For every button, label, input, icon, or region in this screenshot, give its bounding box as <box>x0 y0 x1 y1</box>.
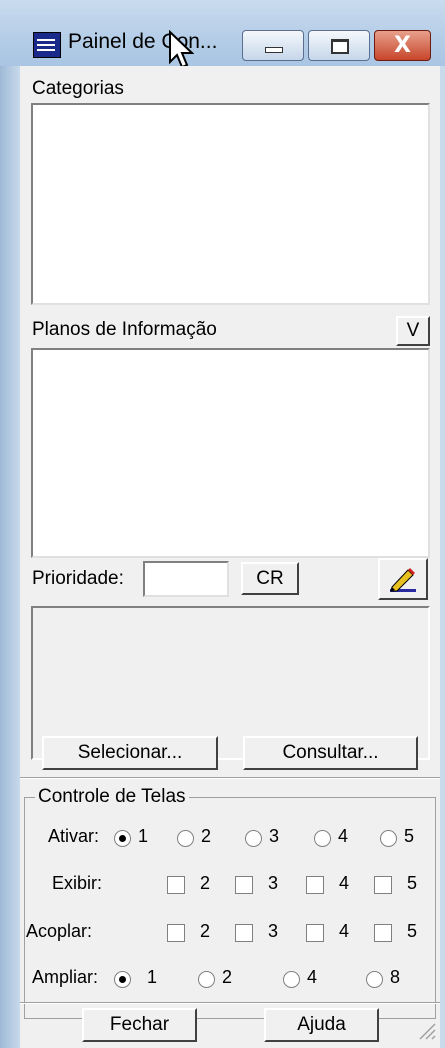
prioridade-input[interactable] <box>143 561 229 597</box>
ativar-radio-2[interactable] <box>177 830 194 847</box>
acoplar-check-3[interactable] <box>235 924 253 942</box>
ampliar-option-2: 2 <box>222 967 233 987</box>
ampliar-option-4: 4 <box>307 967 318 987</box>
window-frame-left <box>0 66 20 1048</box>
ampliar-radio-4[interactable] <box>283 971 300 988</box>
ativar-radio-4[interactable] <box>314 830 331 847</box>
exibir-check-5[interactable] <box>374 876 392 894</box>
exibir-check-2[interactable] <box>167 876 185 894</box>
ampliar-radio-8[interactable] <box>366 971 383 988</box>
exibir-option-4: 4 <box>339 873 350 893</box>
categorias-listbox[interactable] <box>31 103 430 305</box>
exibir-check-3[interactable] <box>235 876 253 894</box>
ampliar-option-8: 8 <box>390 967 401 987</box>
footer-separator <box>20 1002 440 1004</box>
close-button[interactable]: X <box>374 30 431 61</box>
acoplar-label: Acoplar: <box>26 921 93 941</box>
separator <box>20 777 440 779</box>
ativar-option-4: 4 <box>338 826 349 846</box>
categorias-label: Categorias <box>32 78 124 99</box>
ativar-radio-1[interactable] <box>114 830 131 847</box>
painel-de-controle-window: Painel de Con... X Categorias Planos de … <box>0 0 445 1048</box>
ajuda-button[interactable]: Ajuda <box>264 1008 379 1042</box>
window-title: Painel de Con... <box>68 30 218 53</box>
ampliar-radio-2[interactable] <box>198 971 215 988</box>
maximize-button[interactable] <box>308 30 370 61</box>
exibir-label: Exibir: <box>52 873 103 893</box>
ativar-radio-3[interactable] <box>245 830 262 847</box>
mouse-cursor-icon <box>169 30 194 69</box>
acoplar-check-4[interactable] <box>306 924 324 942</box>
selecionar-button[interactable]: Selecionar... <box>42 736 218 770</box>
edit-button[interactable] <box>378 558 428 600</box>
maximize-icon <box>331 39 349 54</box>
exibir-check-4[interactable] <box>306 876 324 894</box>
planos-label: Planos de Informação <box>32 319 217 340</box>
acoplar-check-5[interactable] <box>374 924 392 942</box>
window-content: Categorias Planos de Informação V Priori… <box>20 66 440 1048</box>
acoplar-option-3: 3 <box>268 921 279 941</box>
close-icon: X <box>394 33 411 58</box>
app-grid-icon[interactable] <box>33 32 61 58</box>
ativar-label: Ativar: <box>48 826 100 846</box>
ativar-radio-5[interactable] <box>380 830 397 847</box>
minimize-icon <box>265 47 283 53</box>
fechar-button[interactable]: Fechar <box>82 1008 197 1042</box>
ampliar-radio-1[interactable] <box>114 971 131 988</box>
ampliar-label: Ampliar: <box>32 967 99 987</box>
exibir-option-2: 2 <box>200 873 211 893</box>
ativar-option-2: 2 <box>201 826 212 846</box>
minimize-button[interactable] <box>242 30 304 61</box>
exibir-option-3: 3 <box>268 873 279 893</box>
title-bar[interactable]: Painel de Con... X <box>0 0 445 69</box>
controle-de-telas-title: Controle de Telas <box>35 786 189 808</box>
pencil-icon <box>390 568 416 592</box>
ativar-option-3: 3 <box>269 826 280 846</box>
acoplar-option-2: 2 <box>200 921 211 941</box>
cr-button[interactable]: CR <box>241 562 299 595</box>
exibir-option-5: 5 <box>407 873 418 893</box>
ativar-option-1: 1 <box>138 826 149 846</box>
ampliar-option-1: 1 <box>147 967 158 987</box>
v-button[interactable]: V <box>396 316 430 346</box>
prioridade-label: Prioridade: <box>32 568 124 589</box>
ativar-option-5: 5 <box>404 826 415 846</box>
resize-grip-icon[interactable] <box>416 1020 436 1040</box>
acoplar-option-5: 5 <box>407 921 418 941</box>
consultar-button[interactable]: Consultar... <box>243 736 418 770</box>
window-frame-right <box>440 66 445 1048</box>
acoplar-check-2[interactable] <box>167 924 185 942</box>
acoplar-option-4: 4 <box>339 921 350 941</box>
planos-listbox[interactable] <box>31 348 430 558</box>
